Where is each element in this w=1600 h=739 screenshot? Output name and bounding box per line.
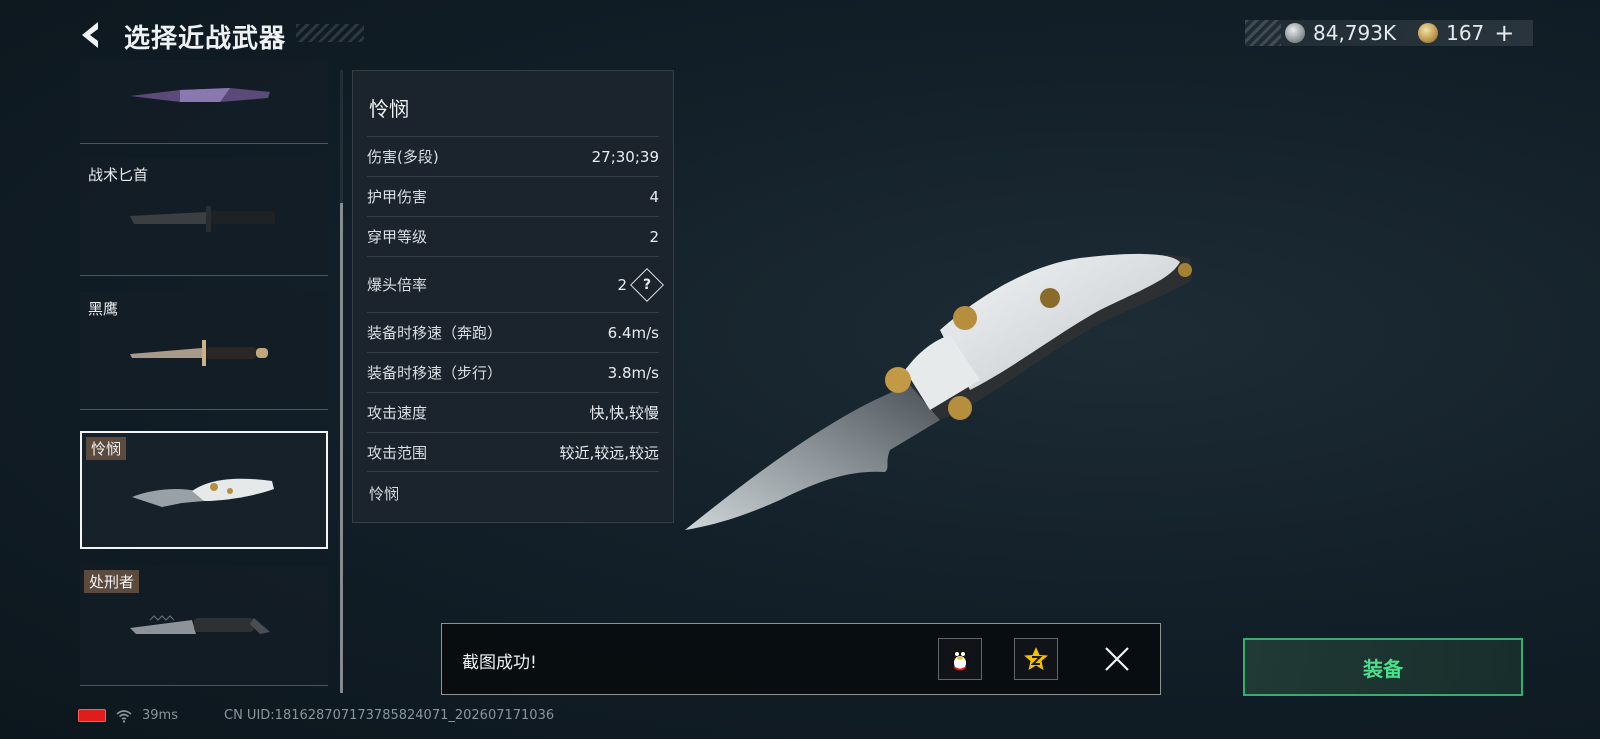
stat-row: 爆头倍率 2 ? (367, 256, 664, 312)
screenshot-toast: 截图成功! (441, 623, 1161, 695)
currency-decoration (1245, 20, 1281, 46)
equip-button[interactable]: 装备 (1243, 638, 1523, 696)
stat-label: 穿甲等级 (367, 228, 428, 246)
weapon-description: 怜悯 (369, 485, 400, 503)
weapon-thumbnail-tactical-knife (130, 206, 275, 232)
network-latency: 39ms (142, 708, 178, 723)
stat-row: 攻击范围 较近,较远,较远 (367, 432, 659, 472)
weapon-name: 怜悯 (86, 437, 127, 460)
stat-value: 2 (617, 275, 627, 294)
stat-value: 较近,较远,较远 (559, 443, 659, 462)
share-qq-button[interactable] (938, 638, 982, 680)
knife-preview-image[interactable] (680, 240, 1220, 560)
qzone-star-icon (1024, 647, 1048, 670)
stat-row: 穿甲等级 2 (367, 216, 659, 256)
stat-label: 装备时移速（步行） (367, 364, 503, 382)
weapon-list-item-selected[interactable]: 怜悯 (80, 431, 328, 549)
gold-coin-icon (1418, 23, 1439, 43)
stat-value: 4 (649, 187, 659, 206)
stat-row: 护甲伤害 4 (367, 176, 659, 216)
back-arrow-icon[interactable] (76, 18, 106, 52)
weapon-list-item[interactable]: 战术匕首 (80, 158, 328, 276)
weapon-stats-panel: 怜悯 伤害(多段) 27;30;39 护甲伤害 4 穿甲等级 2 爆头倍率 2 … (352, 70, 674, 523)
help-glyph: ? (642, 276, 652, 293)
weapon-list-item[interactable]: 处刑者 (80, 566, 328, 686)
gold-amount: 167 (1446, 21, 1485, 45)
stat-label: 装备时移速（奔跑） (367, 324, 503, 342)
stat-label: 攻击速度 (367, 404, 428, 422)
silver-amount: 84,793K (1313, 21, 1397, 45)
page-title: 选择近战武器 (124, 24, 287, 54)
list-scrollbar-thumb[interactable] (340, 203, 343, 693)
add-currency-button[interactable]: + (1494, 19, 1514, 47)
stat-value-with-help: 2 ? (617, 267, 664, 302)
stats-title: 怜悯 (369, 97, 409, 121)
stat-label: 护甲伤害 (367, 188, 428, 206)
qq-penguin-icon (951, 649, 969, 671)
stat-label: 攻击范围 (367, 443, 428, 462)
close-icon[interactable] (1102, 644, 1132, 674)
user-uid: CN UID:1816287071737858240​71_2026071710… (224, 708, 555, 723)
weapon-name: 黑鹰 (88, 300, 119, 318)
weapon-thumbnail-executioner (130, 615, 270, 634)
stat-value: 快,快,较慢 (589, 404, 659, 422)
stat-value: 27;30;39 (591, 147, 659, 166)
silver-coin-icon (1285, 23, 1305, 43)
stat-row: 伤害(多段) 27;30;39 (367, 136, 659, 176)
stat-label: 爆头倍率 (367, 276, 428, 294)
stat-row: 装备时移速（奔跑） 6.4m/s (367, 312, 659, 352)
weapon-list-item[interactable] (80, 60, 328, 144)
weapon-thumbnail-purple (130, 88, 270, 102)
status-bar: 39ms (78, 708, 178, 723)
stat-row: 装备时移速（步行） 3.8m/s (367, 352, 659, 392)
weapon-list-item[interactable]: 黑鹰 (80, 292, 328, 410)
stat-value: 6.4m/s (607, 323, 659, 342)
weapon-thumbnail-black-hawk (130, 340, 268, 366)
toast-message: 截图成功! (462, 653, 537, 673)
stat-value: 2 (649, 227, 659, 246)
currency-bar: 84,793K 167 + (1245, 19, 1533, 47)
stat-value: 3.8m/s (607, 363, 659, 382)
battery-icon (78, 709, 106, 722)
wifi-icon (116, 709, 132, 723)
help-icon[interactable]: ? (630, 267, 664, 302)
stat-row: 攻击速度 快,快,较慢 (367, 392, 659, 432)
weapon-name: 处刑者 (84, 570, 140, 593)
stat-label: 伤害(多段) (367, 148, 439, 166)
weapon-name: 战术匕首 (88, 166, 149, 184)
weapon-thumbnail-mercy (132, 478, 274, 507)
stats-list: 伤害(多段) 27;30;39 护甲伤害 4 穿甲等级 2 爆头倍率 2 ? 装… (367, 136, 664, 472)
share-qzone-button[interactable] (1014, 638, 1058, 680)
title-decoration (296, 24, 364, 42)
